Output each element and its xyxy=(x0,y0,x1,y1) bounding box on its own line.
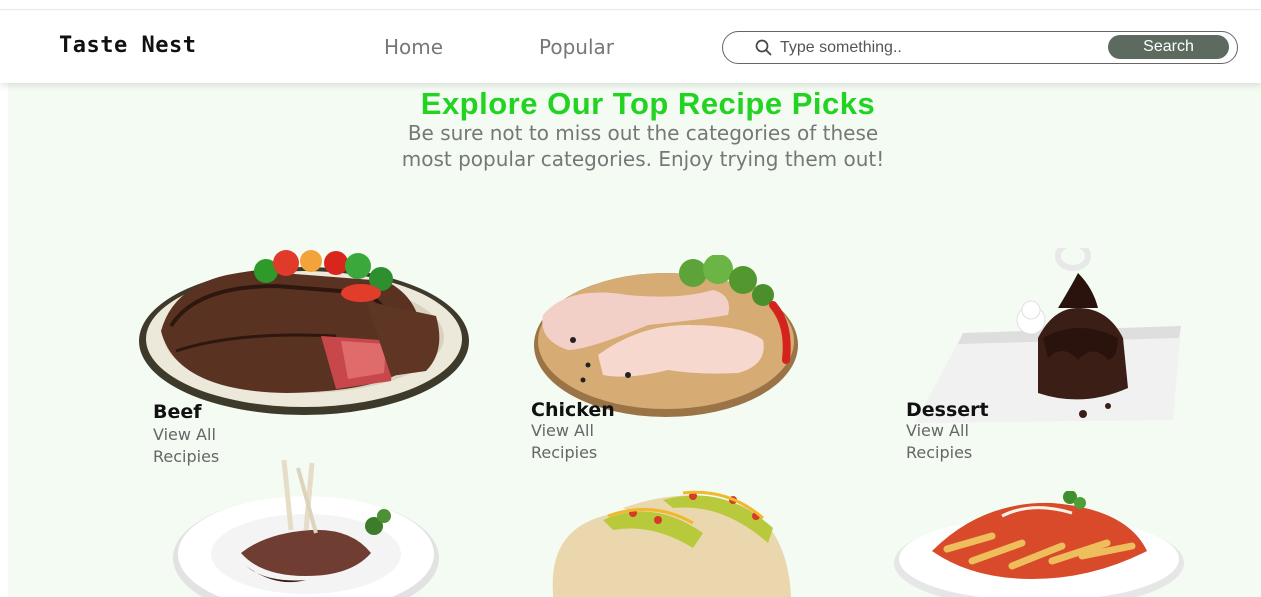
top-border xyxy=(0,0,1261,10)
category-card-chicken[interactable]: Chicken View All Recipies xyxy=(528,255,818,465)
page-subtitle: Be sure not to miss out the categories o… xyxy=(401,121,885,171)
category-card-dessert[interactable]: Dessert View All Recipies xyxy=(903,248,1188,463)
page-title: Explore Our Top Recipe Picks xyxy=(420,86,876,121)
view-all-link[interactable]: View All Recipies xyxy=(531,420,661,464)
nav-popular-link[interactable]: Popular xyxy=(539,35,614,59)
search-input[interactable] xyxy=(780,37,1100,59)
tacos-image[interactable] xyxy=(543,478,803,597)
category-card-pasta[interactable] xyxy=(892,491,1187,597)
category-card-beef[interactable]: Beef View All Recipies xyxy=(136,241,476,466)
steak-plate-image[interactable] xyxy=(136,241,476,421)
pasta-image[interactable] xyxy=(892,491,1187,597)
category-title[interactable]: Chicken xyxy=(531,399,615,421)
view-all-link[interactable]: View All Recipies xyxy=(906,420,1036,464)
view-all-link[interactable]: View All Recipies xyxy=(153,424,283,468)
search-icon xyxy=(755,39,772,56)
search-bar: Search xyxy=(722,31,1238,64)
search-button[interactable]: Search xyxy=(1108,35,1229,59)
main-content: Explore Our Top Recipe Picks Be sure not… xyxy=(8,83,1261,597)
lamb-chops-image[interactable] xyxy=(166,458,456,597)
category-title[interactable]: Beef xyxy=(153,401,202,423)
navbar: Taste Nest Home Popular Search xyxy=(0,11,1261,83)
category-card-lamb[interactable] xyxy=(166,458,456,597)
category-title[interactable]: Dessert xyxy=(906,399,989,421)
brand-logo[interactable]: Taste Nest xyxy=(59,33,196,58)
category-card-tacos[interactable] xyxy=(543,478,803,597)
nav-home-link[interactable]: Home xyxy=(384,35,443,59)
